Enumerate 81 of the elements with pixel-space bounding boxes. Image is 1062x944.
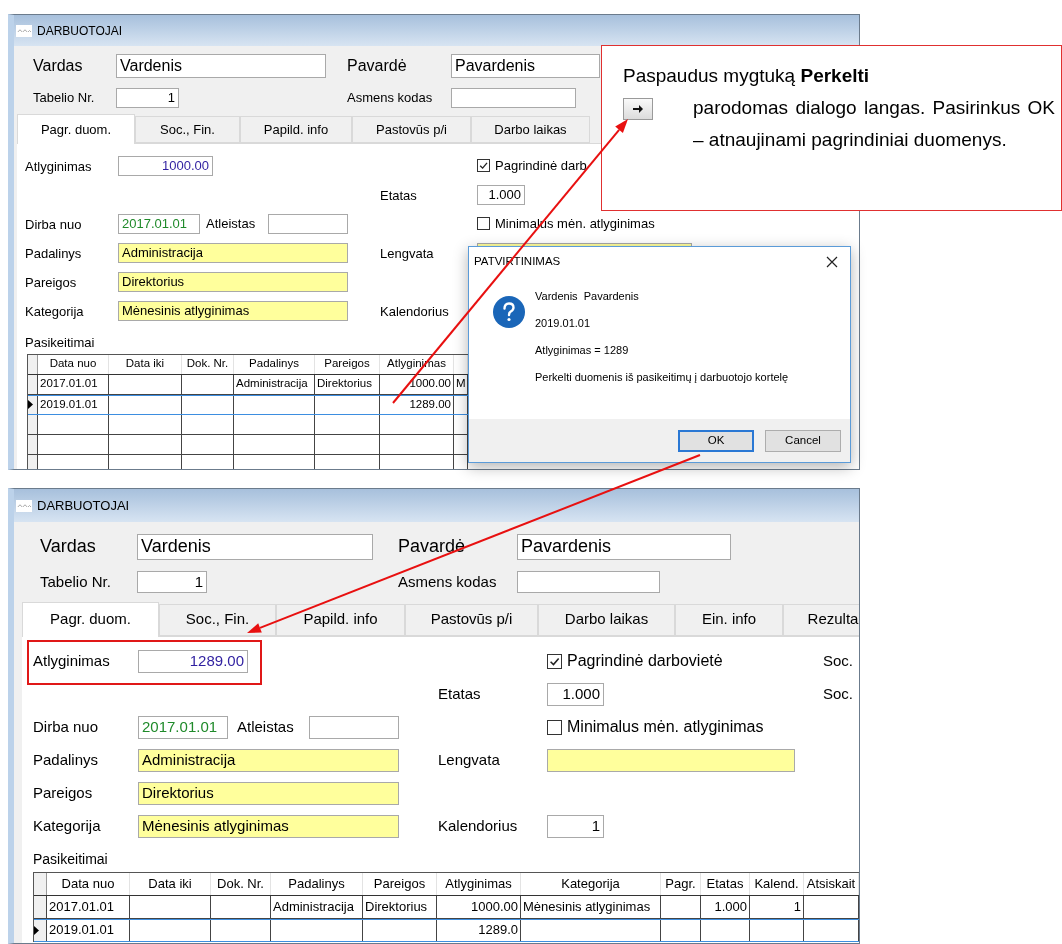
input-field[interactable]: 1000.00 bbox=[118, 155, 213, 176]
field-label: Padalinys bbox=[33, 751, 99, 768]
tab[interactable]: Darbo laikas bbox=[538, 603, 675, 636]
table-cell: 2017.01.01 bbox=[47, 895, 130, 918]
field-label: Lengvata bbox=[438, 751, 500, 768]
field-label: Kalendorius bbox=[380, 303, 449, 319]
field-label: Kategorija bbox=[25, 303, 84, 319]
tab[interactable]: Papild. info bbox=[240, 116, 352, 143]
field-label: Dirba nuo bbox=[33, 718, 99, 735]
field-label: Pareigos bbox=[33, 784, 93, 801]
checkbox-label: Minimalus mėn. atlyginimas bbox=[567, 717, 764, 737]
checkbox-label: Pagrindinė darb bbox=[495, 156, 587, 175]
input-field[interactable]: Pavardenis bbox=[451, 54, 600, 78]
tab[interactable]: Darbo laikas bbox=[471, 116, 590, 143]
field-label: Pavardė bbox=[347, 56, 408, 76]
field-label: Soc. bbox=[823, 685, 853, 702]
checkbox-label: Pagrindinė darbovietė bbox=[567, 651, 723, 671]
window-title: DARBUOTOJAI bbox=[37, 496, 130, 515]
dialog-text: Perkelti duomenis iš pasikeitimų į darbuotojo kortelę bbox=[535, 370, 789, 385]
input-field[interactable]: 1.000 bbox=[547, 682, 604, 706]
input-field[interactable]: 2017.01.01 bbox=[138, 715, 228, 739]
callout-text: parodomas dialogo langas. Pasirinkus OK – atnaujinami pagrindiniai duomenys. bbox=[693, 96, 1055, 152]
field-label: Pareigos bbox=[25, 274, 77, 290]
dialog-text: Atlyginimas = 1289 bbox=[535, 343, 630, 358]
field-label: Dirba nuo bbox=[25, 216, 82, 232]
tab[interactable]: Pastovūs p/i bbox=[352, 116, 471, 143]
tab[interactable]: Ein. info bbox=[675, 603, 783, 636]
table-cell: Direktorius bbox=[363, 895, 437, 918]
tab[interactable]: Rezulta bbox=[783, 603, 859, 636]
section-label: Pasikeitimai bbox=[33, 849, 108, 869]
tab[interactable]: Soc., Fin. bbox=[135, 116, 240, 143]
input-field[interactable]: 1289.00 bbox=[138, 649, 248, 673]
tab[interactable]: Pagr. duom. bbox=[17, 114, 135, 144]
lookup-field[interactable]: Direktorius bbox=[118, 271, 348, 292]
field-label: Atleistas bbox=[237, 716, 294, 737]
field-label: Lengvata bbox=[380, 245, 434, 261]
input-field[interactable]: Vardenis bbox=[116, 54, 326, 78]
dialog-text: Vardenis Pavardenis bbox=[535, 289, 640, 304]
field-label: Pavardė bbox=[398, 535, 467, 558]
field-label: Padalinys bbox=[25, 245, 82, 261]
input-field[interactable]: 1 bbox=[137, 571, 207, 594]
tab[interactable]: Soc., Fin. bbox=[159, 603, 276, 636]
field-label: Etatas bbox=[380, 187, 417, 203]
tab[interactable]: Papild. info bbox=[276, 603, 405, 636]
table-cell: Administracija bbox=[271, 895, 363, 918]
lookup-field[interactable]: Direktorius bbox=[138, 781, 399, 805]
input-field[interactable]: 1 bbox=[116, 88, 179, 108]
column-header: Atsiskait bbox=[804, 872, 859, 895]
callout-text: Paspaudus mygtuką Perkelti bbox=[623, 64, 871, 88]
field-label: Atlyginimas bbox=[33, 652, 110, 669]
field-label: Soc. bbox=[823, 652, 853, 669]
window-title: DARBUOTOJAI bbox=[37, 22, 123, 40]
field-label: Asmens kodas bbox=[347, 89, 434, 108]
field-label: Asmens kodas bbox=[398, 572, 498, 592]
lookup-field[interactable]: Administracija bbox=[118, 242, 348, 263]
input-field[interactable]: Pavardenis bbox=[517, 533, 731, 560]
table-cell: Mėnesinis atlyginimas bbox=[521, 895, 661, 918]
tab[interactable]: Pagr. duom. bbox=[22, 601, 159, 637]
lookup-field[interactable]: Administracija bbox=[138, 748, 399, 772]
dialog-text: 2019.01.01 bbox=[535, 316, 592, 331]
field-label: Tabelio Nr. bbox=[40, 572, 112, 592]
field-label: Vardas bbox=[33, 56, 84, 76]
lookup-field[interactable]: Mėnesinis atlyginimas bbox=[138, 814, 399, 838]
field-label: Atlyginimas bbox=[25, 158, 92, 174]
input-field[interactable]: 1.000 bbox=[477, 184, 525, 205]
input-field[interactable]: 1 bbox=[547, 814, 604, 838]
table-cell: 2019.01.01 bbox=[38, 395, 109, 414]
field-label: Kategorija bbox=[33, 817, 101, 834]
field-label: Tabelio Nr. bbox=[33, 89, 96, 108]
field-label: Atleistas bbox=[206, 214, 256, 233]
section-label: Pasikeitimai bbox=[25, 334, 95, 352]
field-label: Etatas bbox=[438, 685, 481, 702]
field-label: Vardas bbox=[40, 535, 97, 558]
field-label: Kalendorius bbox=[438, 817, 518, 834]
dialog-button[interactable]: OK bbox=[678, 429, 754, 452]
input-field[interactable]: Vardenis bbox=[137, 533, 373, 560]
tab[interactable]: Pastovūs p/i bbox=[405, 603, 538, 636]
lookup-field[interactable]: Mėnesinis atlyginimas bbox=[118, 300, 348, 321]
table-cell: 2019.01.01 bbox=[47, 919, 130, 941]
dialog-button[interactable]: Cancel bbox=[765, 429, 841, 452]
input-field[interactable]: 2017.01.01 bbox=[118, 213, 200, 234]
